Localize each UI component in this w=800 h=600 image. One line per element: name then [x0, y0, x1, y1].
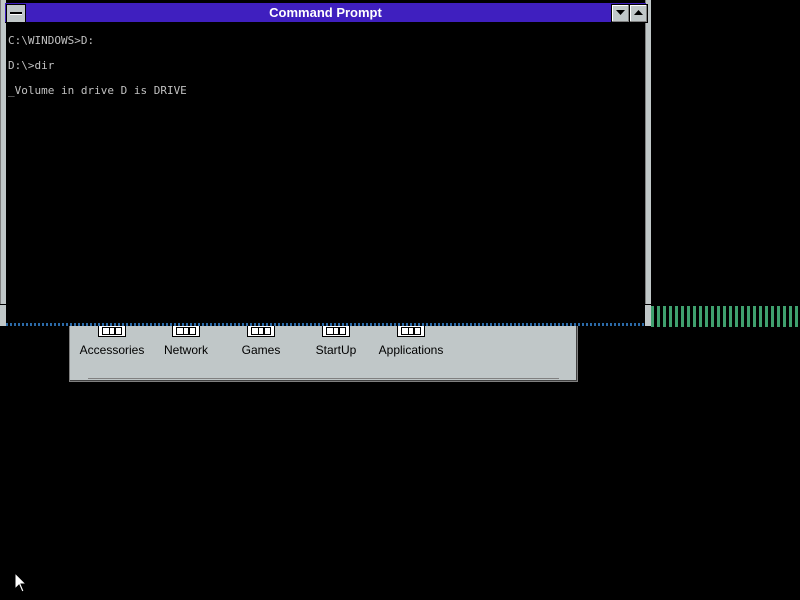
program-group-icon — [98, 325, 126, 337]
program-group-icon — [397, 325, 425, 337]
group-applications[interactable]: Applications — [371, 325, 451, 357]
console-line: _Volume in drive D is DRIVE — [8, 84, 187, 97]
system-menu-button[interactable] — [6, 4, 26, 23]
group-label: Games — [241, 343, 281, 357]
program-group-icon — [322, 325, 350, 337]
minimize-button[interactable] — [611, 4, 630, 23]
system-menu-icon — [10, 12, 22, 14]
maximize-button[interactable] — [629, 4, 648, 23]
group-label: Network — [163, 343, 208, 357]
down-arrow-icon — [616, 10, 625, 15]
window-border-right[interactable] — [645, 0, 651, 304]
group-startup[interactable]: StartUp — [296, 325, 376, 357]
program-group-icon — [172, 325, 200, 337]
group-label: Applications — [378, 343, 444, 357]
group-label: Accessories — [79, 343, 145, 357]
console-line: C:\WINDOWS>D: — [8, 34, 95, 47]
title-bar[interactable]: Command Prompt — [5, 3, 646, 23]
screen-artifact-stripes — [651, 306, 800, 327]
command-prompt-window[interactable]: Command Prompt C:\WINDOWS>D: D:\>dir _Vo… — [0, 0, 651, 326]
group-network[interactable]: Network — [146, 325, 226, 357]
console-output[interactable]: C:\WINDOWS>D: D:\>dir _Volume in drive D… — [6, 24, 644, 308]
window-title: Command Prompt — [269, 5, 382, 20]
group-accessories[interactable]: Accessories — [72, 325, 152, 357]
up-arrow-icon — [634, 10, 643, 15]
mouse-cursor-icon — [14, 572, 28, 593]
group-games[interactable]: Games — [221, 325, 301, 357]
group-label: StartUp — [315, 343, 357, 357]
divider — [88, 378, 559, 379]
program-group-icon — [247, 325, 275, 337]
dotted-line — [6, 323, 645, 326]
window-border-bottom[interactable] — [0, 305, 651, 326]
console-line: D:\>dir — [8, 59, 55, 72]
